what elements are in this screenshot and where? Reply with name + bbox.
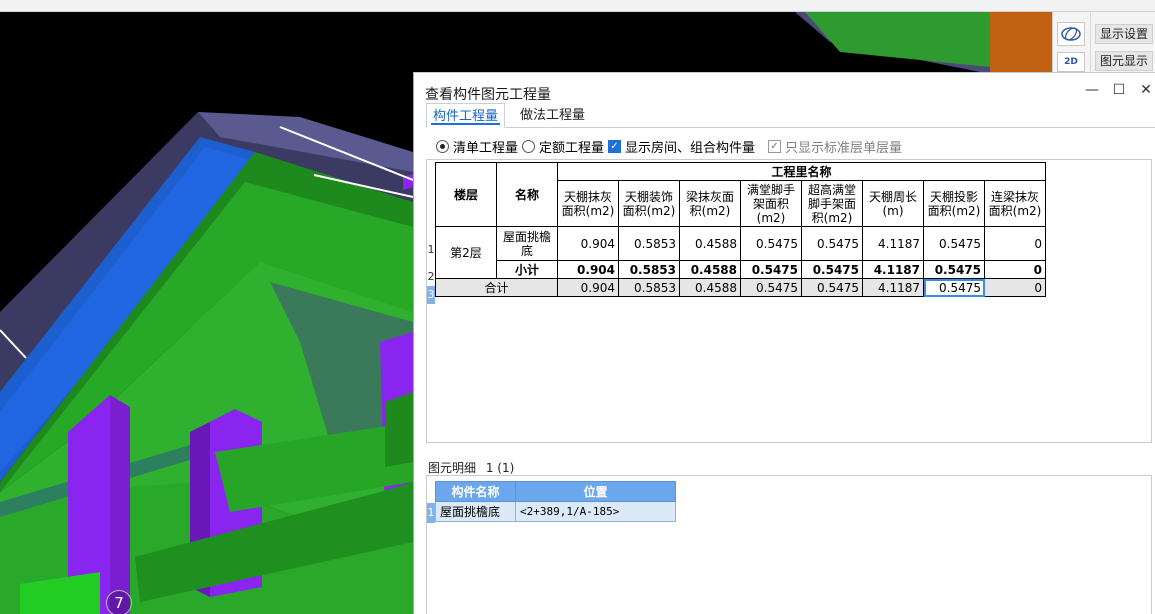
value-cell: 0.5475 [923,226,985,261]
bill-qty-label: 清单工程量 [453,140,519,156]
floor-cell: 第2层 [435,226,497,279]
qty-group-header: 工程里名称 [557,162,1046,181]
value-cell: 0.4588 [679,226,741,261]
quantity-dialog: 查看构件图元工程量 — ☐ ✕ 构件工程量 做法工程量 清单工程量 定额工程量 … [413,72,1155,614]
value-cell: 0.5475 [740,226,802,261]
table-row[interactable]: 屋面挑檐底 <2+389,1/A-185> [435,501,676,522]
value-cell: 0.5475 [801,260,863,279]
dialog-tabs: 构件工程量 做法工程量 [426,103,1155,128]
col-header: 天棚抹灰面积(m2) [557,180,619,227]
col-header: 超高满堂脚手架面积(m2) [801,180,863,227]
col-floor-header: 楼层 [435,162,497,227]
row-number: 1 [427,243,435,256]
view-tool-column: 2D [1052,12,1090,72]
tab-component-qty[interactable]: 构件工程量 [426,103,506,128]
show-room-checkbox[interactable]: ✓ 显示房间、组合构件量 [608,137,756,156]
element-detail-count: 1 (1) [485,461,515,475]
close-icon[interactable]: ✕ [1138,83,1154,99]
show-room-label: 显示房间、组合构件量 [625,140,756,156]
value-cell: 0.5475 [801,226,863,261]
value-cell: 0.5853 [618,226,680,261]
view-2d-button[interactable]: 2D [1057,52,1085,72]
minimize-icon[interactable]: — [1084,83,1100,99]
quantity-table: 楼层 名称 工程里名称 天棚抹灰面积(m2) 天棚装饰面积(m2) 梁抹灰面积(… [435,162,1046,297]
std-floor-checkbox: ✓ 只显示标准层单层量 [768,137,903,156]
value-cell: 0.5475 [923,260,985,279]
value-cell: 0 [984,226,1046,261]
value-cell: 0.904 [557,260,619,279]
checkbox-disabled-icon: ✓ [768,139,781,153]
value-cell: 0 [984,260,1046,279]
col-component-name-header: 构件名称 [435,481,516,502]
element-display-button[interactable]: 图元显示 [1095,51,1153,71]
quota-qty-label: 定额工程量 [539,140,605,156]
orbit-view-button[interactable] [1057,22,1085,46]
position-cell: <2+389,1/A-185> [515,501,676,522]
value-cell: 4.1187 [862,278,924,297]
value-cell: 0 [984,278,1046,297]
row-number: 2 [427,270,435,283]
col-header: 连梁抹灰面积(m2) [984,180,1046,227]
element-detail-table: 构件名称 位置 屋面挑檐底 <2+389,1/A-185> [435,481,676,522]
top-strip [0,0,1155,12]
value-cell: 4.1187 [862,260,924,279]
element-detail-grid[interactable]: 1 构件名称 位置 屋面挑檐底 <2+389,1/A-185> [426,475,1152,614]
element-detail-caption: 图元明细 1 (1) [428,459,514,476]
dialog-title: 查看构件图元工程量 [425,87,551,103]
component-name-cell: 屋面挑檐底 [435,501,516,522]
selected-value-cell[interactable]: 0.5475 [923,278,985,297]
radio-selected-icon [436,139,449,153]
value-cell: 0.5853 [618,260,680,279]
value-cell: 0.904 [557,278,619,297]
col-position-header: 位置 [515,481,676,502]
orbit-icon [1061,27,1081,41]
display-settings-button[interactable]: 显示设置 [1095,24,1153,44]
col-header: 天棚周长(m) [862,180,924,227]
element-detail-title: 图元明细 [428,461,477,475]
table-row[interactable]: 第2层 屋面挑檐底 0.904 0.5853 0.4588 0.5475 0.5… [435,226,1046,279]
bill-qty-option[interactable]: 清单工程量 [436,137,519,156]
checkbox-checked-icon: ✓ [608,139,621,153]
col-header: 天棚投影面积(m2) [923,180,985,227]
dialog-titlebar[interactable]: 查看构件图元工程量 — ☐ ✕ [414,73,1155,103]
quota-qty-option[interactable]: 定额工程量 [522,137,605,156]
row-number-selected: 3 [427,286,435,304]
total-row[interactable]: 合计 0.904 0.5853 0.4588 0.5475 0.5475 4.1… [435,278,1046,297]
options-row: 清单工程量 定额工程量 ✓ 显示房间、组合构件量 ✓ 只显示标准层单层量 [432,137,1152,156]
axis-indicator[interactable]: 7 [106,590,132,614]
subtotal-label: 小计 [496,260,558,279]
radio-icon [522,139,535,153]
subtotal-row[interactable]: 小计 0.904 0.5853 0.4588 0.5475 0.5475 4.1… [436,260,1046,279]
row-number-selected: 1 [427,503,435,523]
2d-icon: 2D [1064,57,1078,67]
value-cell: 4.1187 [862,226,924,261]
tab-method-qty[interactable]: 做法工程量 [514,103,591,128]
value-cell: 0.904 [557,226,619,261]
total-label: 合计 [435,278,558,297]
value-cell: 0.5853 [618,278,680,297]
side-panel: 显示设置 图元显示 [1090,12,1155,72]
col-header: 满堂脚手架面积(m2) [740,180,802,227]
col-name-header: 名称 [496,162,558,227]
value-cell: 0.5475 [740,278,802,297]
value-cell: 0.4588 [679,278,741,297]
value-cell: 0.4588 [679,260,741,279]
std-floor-label: 只显示标准层单层量 [785,140,903,156]
col-header: 天棚装饰面积(m2) [618,180,680,227]
value-cell: 0.5475 [740,260,802,279]
maximize-icon[interactable]: ☐ [1111,83,1127,99]
quantity-grid[interactable]: 1 2 3 楼层 名称 工程里名称 天棚抹灰面积(m2) 天棚装饰面积(m2) … [426,159,1152,443]
col-header: 梁抹灰面积(m2) [679,180,741,227]
value-cell: 0.5475 [801,278,863,297]
name-cell: 屋面挑檐底 [496,226,558,261]
